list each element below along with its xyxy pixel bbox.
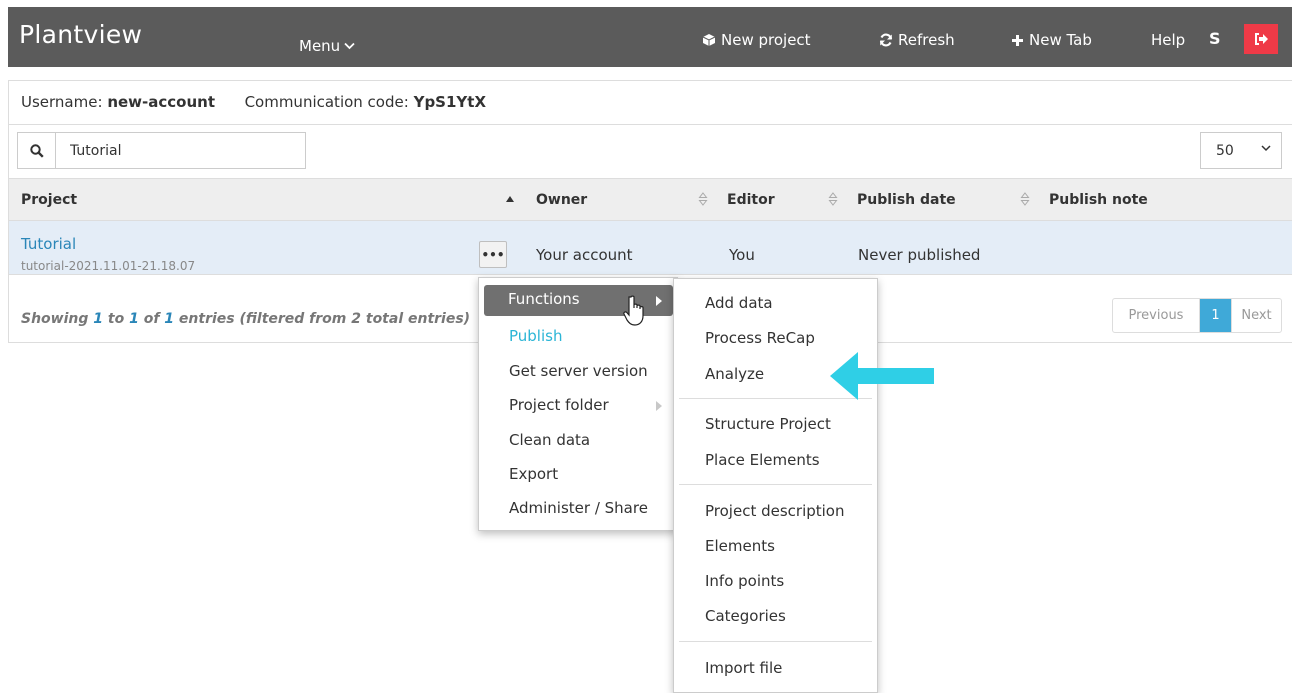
entries-suffix: entries (filtered from 2 total entries) bbox=[178, 311, 471, 327]
search-button[interactable] bbox=[18, 133, 56, 168]
submenu-analyze[interactable]: Analyze bbox=[705, 365, 764, 383]
entries-total: 1 bbox=[164, 311, 175, 327]
submenu-structure-project[interactable]: Structure Project bbox=[705, 415, 831, 433]
project-name-link[interactable]: Tutorial bbox=[21, 235, 76, 253]
chevron-down-icon bbox=[344, 42, 355, 50]
menu-item-clean-data[interactable]: Clean data bbox=[509, 431, 590, 449]
col-owner[interactable]: Owner bbox=[536, 192, 587, 208]
of-label: of bbox=[143, 311, 160, 327]
project-id: tutorial-2021.11.01-21.18.07 bbox=[21, 259, 196, 273]
row-actions-button[interactable]: ••• bbox=[479, 241, 507, 268]
caret-right-icon bbox=[656, 296, 662, 306]
logout-button[interactable] bbox=[1244, 24, 1278, 54]
menu-item-export[interactable]: Export bbox=[509, 465, 558, 483]
entries-to: 1 bbox=[129, 311, 139, 327]
col-editor[interactable]: Editor bbox=[727, 192, 775, 208]
page-size-select[interactable]: 50 bbox=[1200, 132, 1282, 169]
comm-code-label: Communication code: bbox=[244, 93, 409, 111]
ellipsis-icon: ••• bbox=[481, 247, 505, 262]
submenu-import-file[interactable]: Import file bbox=[705, 659, 782, 677]
previous-page-button[interactable]: Previous bbox=[1113, 299, 1200, 332]
top-navbar: Plantview Menu New project Refresh New T… bbox=[8, 7, 1292, 67]
hand-cursor-icon bbox=[623, 295, 644, 326]
menu-divider bbox=[679, 484, 872, 485]
submenu-categories[interactable]: Categories bbox=[705, 607, 786, 625]
submenu-info-points[interactable]: Info points bbox=[705, 572, 784, 590]
col-project[interactable]: Project bbox=[21, 192, 77, 208]
refresh-label: Refresh bbox=[898, 31, 955, 49]
next-page-button[interactable]: Next bbox=[1231, 299, 1281, 332]
menu-item-administer[interactable]: Administer / Share bbox=[509, 499, 648, 517]
help-link[interactable]: Help bbox=[1151, 31, 1185, 49]
caret-right-icon bbox=[656, 401, 662, 411]
sign-out-icon bbox=[1255, 33, 1268, 45]
menu-item-project-folder[interactable]: Project folder bbox=[509, 396, 609, 414]
new-tab-label: New Tab bbox=[1029, 31, 1092, 49]
help-label: Help bbox=[1151, 31, 1186, 49]
cube-icon bbox=[702, 34, 716, 46]
refresh-icon bbox=[879, 33, 893, 47]
sort-icon[interactable] bbox=[828, 191, 838, 207]
showing-label: Showing bbox=[21, 311, 89, 327]
entries-from: 1 bbox=[93, 311, 104, 327]
owner-cell: Your account bbox=[536, 246, 633, 264]
submenu-project-description[interactable]: Project description bbox=[705, 502, 845, 520]
menu-item-server-version[interactable]: Get server version bbox=[509, 362, 648, 380]
search-box bbox=[17, 132, 306, 169]
submenu-add-data[interactable]: Add data bbox=[705, 294, 773, 312]
search-icon bbox=[29, 143, 44, 158]
functions-submenu: Add data Process ReCap Analyze Structure… bbox=[673, 278, 878, 693]
sort-asc-icon[interactable] bbox=[505, 195, 515, 203]
menu-dropdown[interactable]: Menu bbox=[299, 37, 355, 55]
sort-icon[interactable] bbox=[698, 191, 708, 207]
new-project-button[interactable]: New project bbox=[702, 31, 811, 49]
search-input[interactable] bbox=[56, 133, 296, 168]
account-info: Username: new-account Communication code… bbox=[9, 81, 1292, 125]
table-header: Project Owner Editor Publish date Publis… bbox=[9, 178, 1292, 221]
new-project-label: New project bbox=[721, 31, 811, 49]
comm-code-value: YpS1YtX bbox=[413, 93, 487, 111]
col-publish-date[interactable]: Publish date bbox=[857, 192, 956, 208]
arrow-left-icon bbox=[830, 352, 934, 400]
brand-logo[interactable]: Plantview bbox=[19, 20, 142, 49]
new-tab-button[interactable]: New Tab bbox=[1011, 31, 1092, 49]
submenu-process-recap[interactable]: Process ReCap bbox=[705, 329, 815, 347]
editor-cell: You bbox=[729, 246, 755, 264]
to-label: to bbox=[107, 311, 125, 327]
chevron-down-icon bbox=[1261, 145, 1271, 152]
menu-label: Menu bbox=[299, 37, 341, 55]
pagination: Previous 1 Next bbox=[1112, 298, 1282, 333]
submenu-place-elements[interactable]: Place Elements bbox=[705, 451, 820, 469]
plus-icon bbox=[1012, 34, 1023, 46]
publish-date-cell: Never published bbox=[858, 246, 981, 264]
menu-item-publish[interactable]: Publish bbox=[509, 327, 562, 345]
col-publish-note[interactable]: Publish note bbox=[1049, 192, 1148, 208]
submenu-elements[interactable]: Elements bbox=[705, 537, 775, 555]
username-label: Username: bbox=[21, 93, 103, 111]
page-1-button[interactable]: 1 bbox=[1200, 299, 1231, 332]
menu-divider bbox=[679, 641, 872, 642]
entries-info: Showing 1 to 1 of 1 entries (filtered fr… bbox=[21, 311, 470, 327]
table-row[interactable]: Tutorial tutorial-2021.11.01-21.18.07 ••… bbox=[9, 221, 1292, 275]
sort-icon[interactable] bbox=[1020, 191, 1030, 207]
page-size-value: 50 bbox=[1216, 142, 1234, 159]
user-avatar[interactable]: S bbox=[1209, 29, 1221, 48]
menu-item-functions[interactable]: Functions bbox=[508, 290, 580, 308]
refresh-button[interactable]: Refresh bbox=[879, 31, 955, 49]
username-value: new-account bbox=[107, 93, 215, 111]
